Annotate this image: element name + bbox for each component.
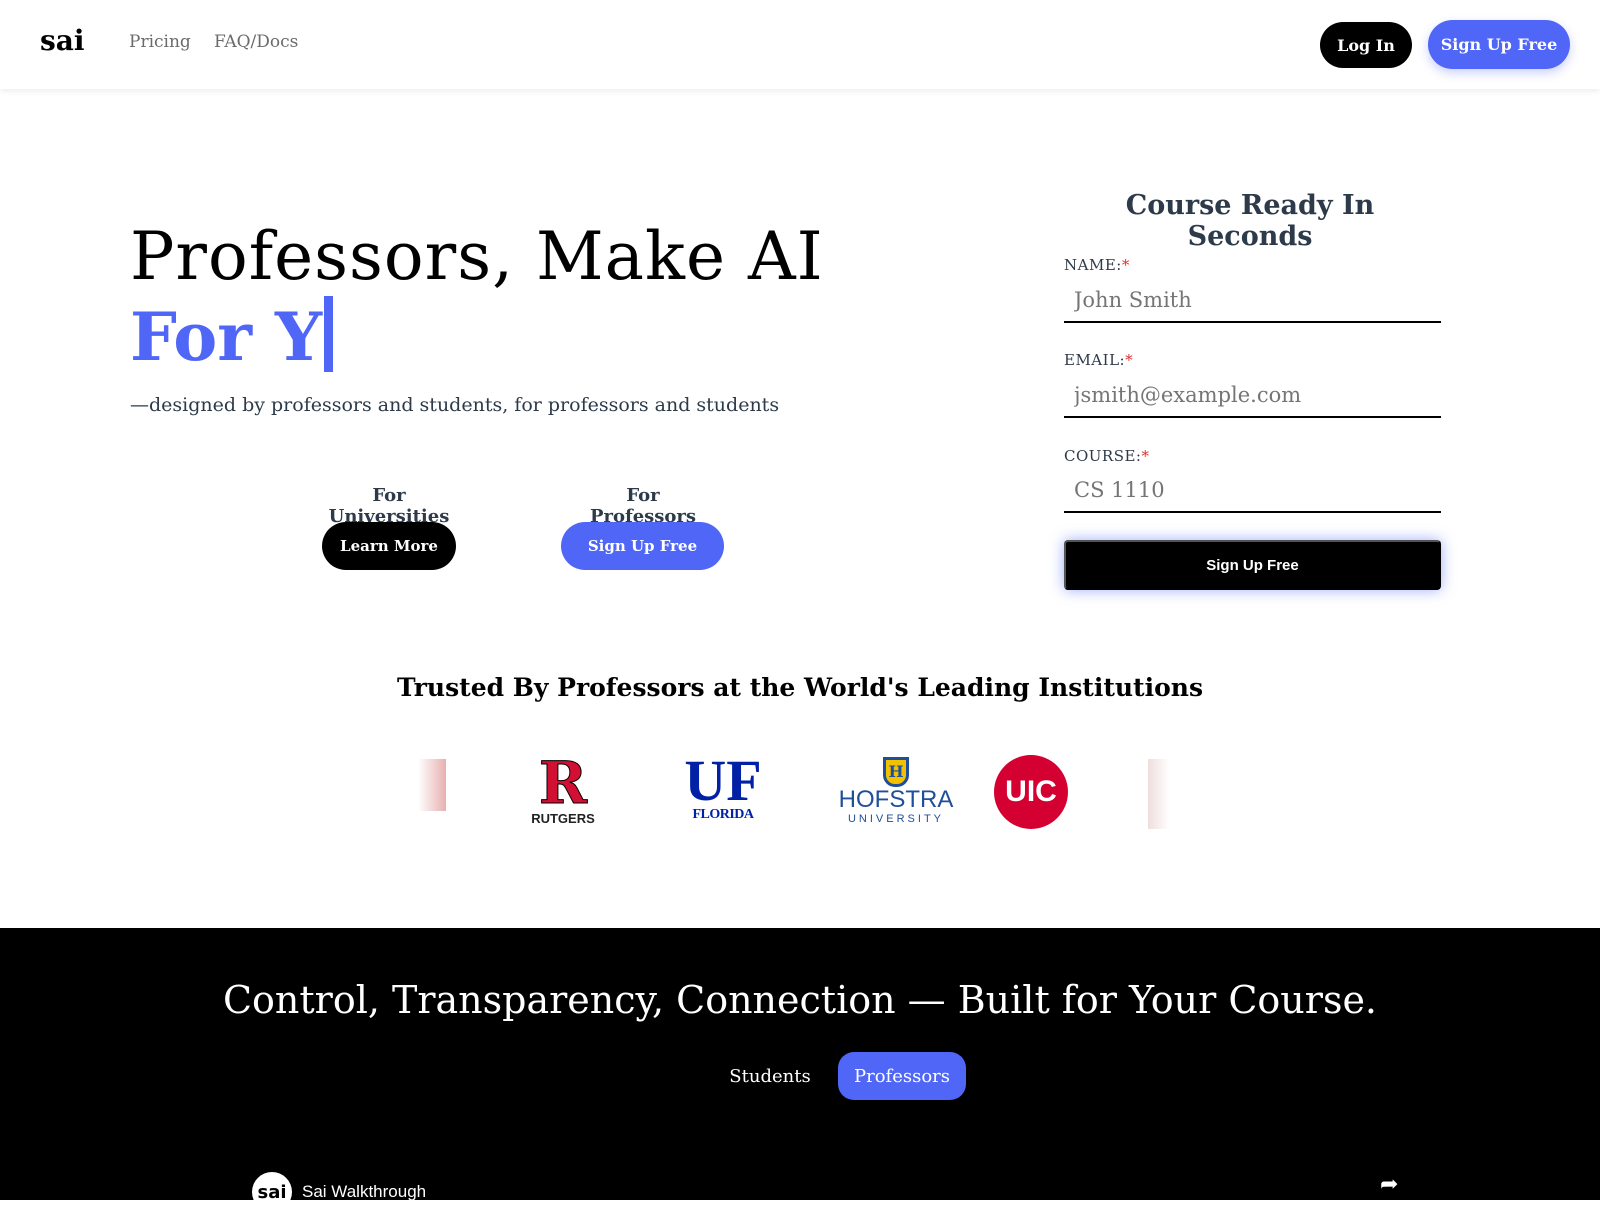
login-button[interactable]: Log In <box>1320 22 1412 68</box>
logo-rutgers: R RUTGERS <box>528 749 598 835</box>
top-nav: sai Pricing FAQ/Docs Log In Sign Up Free <box>0 0 1600 89</box>
nav-faq-docs[interactable]: FAQ/Docs <box>214 32 298 52</box>
hero-typed-text: For Y <box>130 296 334 376</box>
video-title[interactable]: Sai Walkthrough <box>302 1182 426 1202</box>
signup-button-nav[interactable]: Sign Up Free <box>1428 20 1570 69</box>
typed-text: For Y <box>130 298 323 376</box>
email-label-text: EMAIL: <box>1064 351 1126 369</box>
video-channel-avatar[interactable]: sai <box>252 1172 292 1212</box>
logo-uf: UF FLORIDA <box>682 748 764 835</box>
nav-pricing[interactable]: Pricing <box>129 32 191 52</box>
uic-mark: UIC <box>994 755 1068 829</box>
form-title: Course Ready In Seconds <box>1125 190 1375 252</box>
required-marker: * <box>1125 351 1134 369</box>
logo-hofstra: H HOFSTRA UNIVERSITY <box>836 755 956 835</box>
share-icon[interactable]: ➦ <box>1380 1172 1398 1197</box>
tab-professors[interactable]: Professors <box>838 1052 966 1100</box>
professors-label: For Professors <box>589 485 697 527</box>
tab-students[interactable]: Students <box>720 1052 820 1100</box>
email-label: EMAIL:* <box>1064 351 1133 369</box>
name-input[interactable] <box>1064 279 1441 323</box>
uf-mark-icon: UF <box>684 748 762 813</box>
logo-partial-right <box>1148 755 1178 835</box>
required-marker: * <box>1121 256 1130 274</box>
name-label: NAME:* <box>1064 256 1130 274</box>
uf-text: FLORIDA <box>692 807 754 822</box>
course-label: COURSE:* <box>1064 447 1150 465</box>
logo[interactable]: sai <box>40 24 85 57</box>
rutgers-text: RUTGERS <box>531 811 595 826</box>
course-input[interactable] <box>1064 469 1441 513</box>
logo-uic: UIC <box>994 755 1068 835</box>
rutgers-r-icon: R <box>538 749 588 817</box>
hero-subtitle: —designed by professors and students, fo… <box>130 394 780 416</box>
logo-partial-left <box>418 755 448 835</box>
learn-more-button[interactable]: Learn More <box>322 522 456 570</box>
universities-label: For Universities <box>328 485 450 527</box>
course-label-text: COURSE: <box>1064 447 1142 465</box>
form-submit-button[interactable]: Sign Up Free <box>1064 540 1441 590</box>
hofstra-sub: UNIVERSITY <box>847 813 944 825</box>
hofstra-text: HOFSTRA <box>838 786 954 813</box>
features-title: Control, Transparency, Connection — Buil… <box>222 978 1378 1022</box>
hero-title: Professors, Make AI <box>130 218 824 295</box>
text-cursor <box>324 296 334 372</box>
signup-button-hero[interactable]: Sign Up Free <box>561 522 724 570</box>
required-marker: * <box>1141 447 1150 465</box>
email-input[interactable] <box>1064 374 1441 418</box>
trusted-heading: Trusted By Professors at the World's Lea… <box>396 673 1204 702</box>
name-label-text: NAME: <box>1064 256 1122 274</box>
hofstra-shield-icon: H <box>883 757 909 787</box>
